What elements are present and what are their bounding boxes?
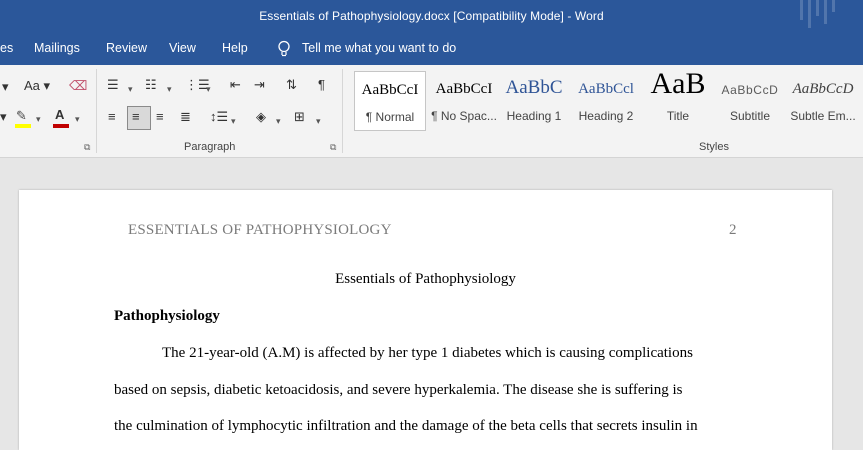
tab-help[interactable]: Help	[222, 41, 248, 55]
show-formatting-marks-icon[interactable]: ¶	[318, 77, 325, 93]
styles-group-label: Styles	[699, 141, 729, 153]
page-header: ESSENTIALS OF PATHOPHYSIOLOGY	[128, 222, 392, 238]
style-label: ¶ No Spac...	[431, 109, 497, 123]
tab-mailings[interactable]: Mailings	[34, 41, 80, 55]
style-sample: AaBbC	[505, 77, 563, 98]
style-label: Subtitle	[729, 109, 771, 123]
numbering-icon[interactable]: ☷	[145, 77, 157, 93]
titlebar-decoration	[832, 0, 835, 12]
style-sample: AaBbCcI	[361, 82, 419, 98]
style-heading-2[interactable]: AaBbCcl Heading 2	[574, 71, 638, 129]
font-color-icon[interactable]: A	[55, 107, 64, 123]
style-sample: AaBbCcI	[435, 81, 493, 97]
change-case-icon[interactable]: ▾	[2, 79, 9, 95]
sort-icon[interactable]: ⇅	[286, 77, 297, 93]
body-line: The 21-year-old (A.M) is affected by her…	[162, 345, 693, 361]
style-no-spacing[interactable]: AaBbCcI ¶ No Spac...	[428, 71, 500, 129]
window-title: Essentials of Pathophysiology.docx [Comp…	[259, 9, 604, 23]
styles-gallery: AaBbCcI ¶ Normal AaBbCcI ¶ No Spac... Aa…	[352, 67, 863, 133]
align-right-icon[interactable]: ≡	[156, 109, 164, 125]
style-heading-1[interactable]: AaBbC Heading 1	[502, 71, 566, 129]
page-number: 2	[729, 222, 737, 238]
titlebar-decoration	[816, 0, 819, 16]
body-line: based on sepsis, diabetic ketoacidosis, …	[114, 382, 683, 398]
style-sample: AaBbCcD	[721, 83, 779, 97]
tab-review[interactable]: Review	[106, 41, 147, 55]
tab-view[interactable]: View	[169, 41, 196, 55]
style-subtitle[interactable]: AaBbCcD Subtitle	[718, 71, 782, 129]
dialog-launcher-icon[interactable]: ⧉	[330, 142, 336, 153]
align-center-icon: ≡	[132, 109, 140, 124]
font-size-icon[interactable]: Aa ▾	[24, 78, 50, 94]
style-subtle-emphasis[interactable]: AaBbCcD Subtle Em...	[788, 71, 858, 129]
group-separator	[342, 69, 343, 153]
style-label: Subtle Em...	[790, 109, 856, 123]
group-separator	[96, 69, 97, 153]
chevron-down-icon[interactable]: ▾	[276, 113, 281, 129]
justify-icon[interactable]: ≣	[180, 109, 191, 125]
style-label: ¶ Normal	[365, 110, 415, 124]
style-normal[interactable]: AaBbCcI ¶ Normal	[354, 71, 426, 131]
chevron-down-icon[interactable]: ▾	[75, 111, 80, 127]
document-canvas[interactable]: ESSENTIALS OF PATHOPHYSIOLOGY 2 Essentia…	[0, 158, 863, 450]
body-line: the culmination of lymphocytic infiltrat…	[114, 418, 698, 434]
highlight-color-swatch	[15, 124, 31, 128]
chevron-down-icon[interactable]: ▾	[0, 109, 7, 125]
dialog-launcher-icon[interactable]: ⧉	[84, 142, 90, 153]
chevron-down-icon[interactable]: ▾	[231, 113, 236, 129]
chevron-down-icon[interactable]: ▾	[206, 81, 211, 97]
titlebar-decoration	[800, 0, 803, 20]
shading-icon[interactable]: ◈	[256, 109, 266, 125]
ribbon-tabs: es Mailings Review View Help Tell me wha…	[0, 33, 863, 65]
style-title[interactable]: AaB Title	[646, 67, 710, 129]
style-label: Heading 2	[578, 109, 634, 123]
tell-me-search[interactable]: Tell me what you want to do	[302, 41, 456, 55]
style-sample: AaBbCcD	[792, 81, 854, 97]
clear-formatting-icon[interactable]: ⌫	[69, 78, 87, 94]
style-sample: AaBbCcl	[578, 81, 634, 97]
document-page[interactable]: ESSENTIALS OF PATHOPHYSIOLOGY 2 Essentia…	[19, 190, 832, 450]
style-label: Title	[666, 109, 690, 123]
chevron-down-icon[interactable]: ▾	[128, 81, 133, 97]
increase-indent-icon[interactable]: ⇥	[254, 77, 265, 93]
bullets-icon[interactable]: ☰	[107, 77, 119, 93]
font-size-label: Aa	[24, 78, 40, 93]
style-sample: AaB	[650, 67, 706, 100]
tab-references[interactable]: es	[0, 41, 13, 55]
borders-icon[interactable]: ⊞	[294, 109, 305, 125]
decrease-indent-icon[interactable]: ⇤	[230, 77, 241, 93]
titlebar-decoration	[808, 0, 811, 28]
align-left-icon[interactable]: ≡	[108, 109, 116, 125]
chevron-down-icon[interactable]: ▾	[316, 113, 321, 129]
chevron-down-icon[interactable]: ▾	[167, 81, 172, 97]
section-heading: Pathophysiology	[114, 308, 220, 324]
document-title: Essentials of Pathophysiology	[335, 271, 516, 287]
chevron-down-icon[interactable]: ▾	[36, 111, 41, 127]
title-bar: Essentials of Pathophysiology.docx [Comp…	[0, 0, 863, 33]
lightbulb-icon[interactable]	[277, 40, 291, 58]
line-spacing-icon[interactable]: ↕☰	[210, 109, 228, 125]
titlebar-decoration	[824, 0, 827, 24]
highlight-color-icon[interactable]: ✎	[16, 108, 27, 124]
font-color-swatch	[53, 124, 69, 128]
ribbon: ▾ Aa ▾ ⌫ ▾ ✎ ▾ A ▾ ⧉ ☰ ▾ ☷ ▾ ⋮☰ ▾ ⇤ ⇥ ⇅ …	[0, 65, 863, 158]
style-label: Heading 1	[506, 109, 562, 123]
paragraph-group-label: Paragraph	[184, 141, 236, 153]
